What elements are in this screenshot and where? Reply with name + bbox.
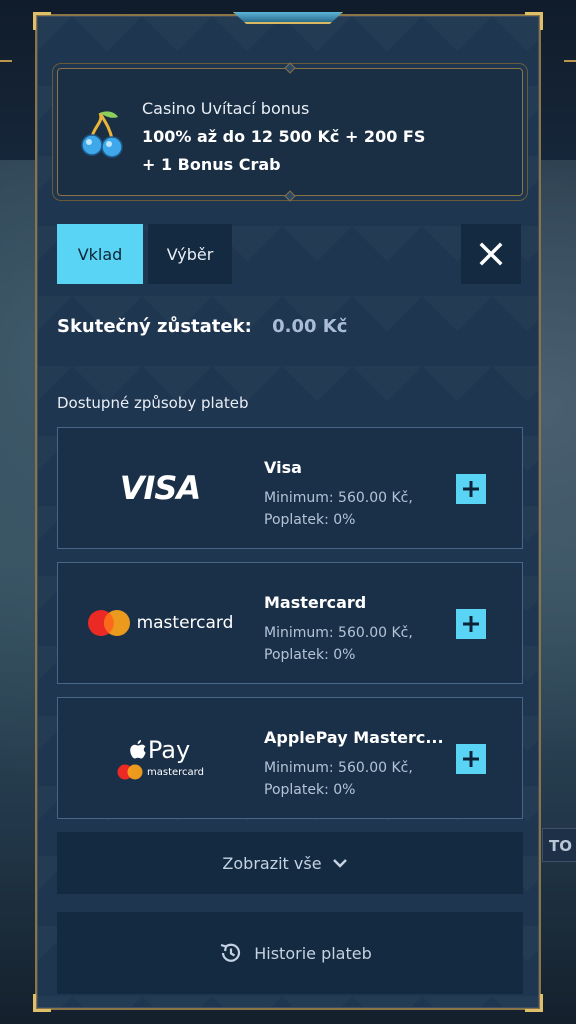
add-mastercard-button[interactable] <box>456 609 486 639</box>
cherry-icon <box>81 111 123 158</box>
balance-display: Skutečný zůstatek: 0.00 Kč <box>57 316 347 337</box>
show-all-button[interactable]: Zobrazit vše <box>57 832 523 894</box>
show-all-label: Zobrazit vše <box>222 853 322 873</box>
plus-icon <box>463 616 479 632</box>
background-label: TO <box>542 828 576 862</box>
close-button[interactable] <box>461 224 521 284</box>
bonus-offer: 100% až do 12 500 Kč + 200 FS <box>142 127 426 146</box>
bonus-title: Casino Uvítací bonus <box>142 99 310 118</box>
method-minimum: Minimum: 560.00 Kč, <box>264 760 413 776</box>
history-label: Historie plateb <box>254 943 372 963</box>
background-ornament-left <box>0 60 12 80</box>
add-visa-button[interactable] <box>456 474 486 504</box>
close-icon <box>479 242 503 266</box>
method-name: Mastercard <box>264 593 367 612</box>
mastercard-circles-icon <box>117 764 143 780</box>
modal-corner <box>525 12 543 30</box>
payment-method-mastercard[interactable]: mastercard Mastercard Minimum: 560.00 Kč… <box>57 562 523 684</box>
history-icon <box>220 943 241 962</box>
applepay-logo: Pay mastercard <box>58 698 262 818</box>
chevron-down-icon <box>332 859 347 868</box>
bonus-diamond <box>284 190 296 202</box>
payment-method-applepay[interactable]: Pay mastercard ApplePay Masterc... Minim… <box>57 697 523 819</box>
payment-modal: Casino Uvítací bonus 100% až do 12 500 K… <box>33 12 543 1012</box>
tab-withdraw[interactable]: Výběr <box>148 224 232 284</box>
welcome-bonus-card[interactable]: Casino Uvítací bonus 100% až do 12 500 K… <box>57 62 523 202</box>
payment-method-visa[interactable]: VISA Visa Minimum: 560.00 Kč, Poplatek: … <box>57 427 523 549</box>
bonus-diamond <box>284 62 296 74</box>
background-ornament-right <box>564 60 576 80</box>
method-minimum: Minimum: 560.00 Kč, <box>264 490 413 506</box>
method-minimum: Minimum: 560.00 Kč, <box>264 625 413 641</box>
mastercard-circles-icon <box>87 610 130 636</box>
method-name: Visa <box>264 458 302 477</box>
plus-icon <box>463 751 479 767</box>
mastercard-logo: mastercard <box>58 563 262 683</box>
method-name: ApplePay Masterc... <box>264 728 444 747</box>
plus-icon <box>463 481 479 497</box>
add-applepay-button[interactable] <box>456 744 486 774</box>
bonus-extra: + 1 Bonus Crab <box>142 155 281 174</box>
method-fee: Poplatek: 0% <box>264 782 356 798</box>
tab-deposit[interactable]: Vklad <box>57 224 143 284</box>
balance-label: Skutečný zůstatek: <box>57 316 252 337</box>
visa-logo: VISA <box>119 469 201 507</box>
payment-methods-title: Dostupné způsoby plateb <box>57 394 249 412</box>
balance-value: 0.00 Kč <box>272 316 348 337</box>
method-fee: Poplatek: 0% <box>264 647 356 663</box>
modal-top-ornament <box>233 12 343 24</box>
apple-icon <box>130 740 146 759</box>
modal-corner <box>33 12 51 30</box>
method-fee: Poplatek: 0% <box>264 512 356 528</box>
modal-corner <box>525 994 543 1012</box>
payment-history-button[interactable]: Historie plateb <box>57 912 523 994</box>
modal-corner <box>33 994 51 1012</box>
